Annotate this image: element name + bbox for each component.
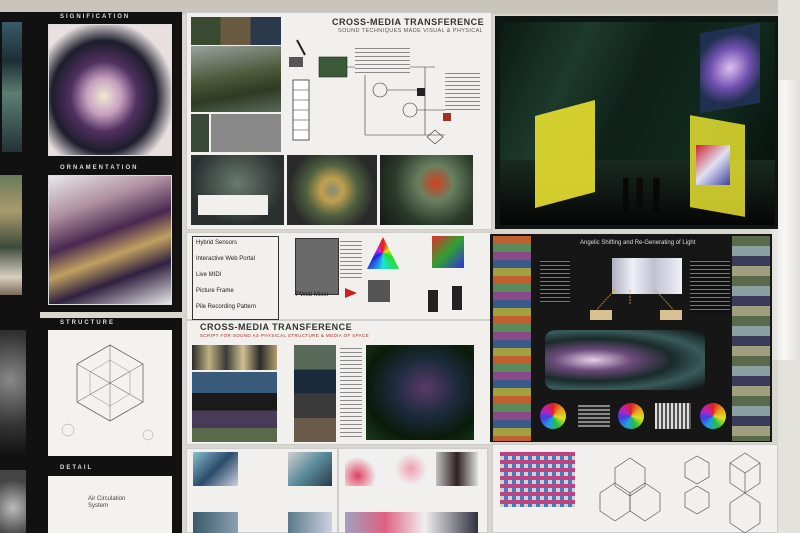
render-image	[366, 345, 474, 440]
hexagon-drawing	[48, 330, 172, 456]
yellow-structure	[535, 99, 595, 209]
left-strip-thumb	[0, 330, 26, 455]
body-text	[340, 238, 362, 278]
caption-box	[198, 195, 268, 215]
diagram-label: PWeb Mixer	[296, 292, 329, 298]
diagram-caption: Air Circulation System	[88, 496, 126, 509]
left-strip-thumb	[0, 175, 22, 295]
poster-header: ORNAMENTATION	[60, 165, 139, 171]
color-pattern-grid	[500, 452, 575, 507]
photo-collage	[191, 17, 281, 45]
left-strip-thumb	[2, 22, 22, 152]
pattern-swatch	[578, 405, 610, 427]
color-cube-icon	[432, 236, 464, 268]
crystal-render	[48, 175, 172, 305]
diagram-label: Hybrid Sensors	[196, 240, 238, 246]
photo-scene: { "image_description_text": { "poster_ti…	[0, 0, 800, 533]
poster-header: DETAIL	[60, 465, 94, 471]
poster-header: STRUCTURE	[60, 320, 115, 326]
body-text	[355, 45, 410, 75]
label-list-box: Hybrid Sensors Interactive Web Portal Li…	[192, 236, 279, 320]
render-thumb	[345, 452, 387, 486]
render-grid	[294, 345, 336, 442]
poster-title: CROSS-MEDIA TRANSFERENCE	[200, 322, 353, 332]
render-thumb	[390, 452, 432, 486]
poster-subtitle: SOUND TECHNIQUES MADE VISUAL & PHYSICAL	[338, 28, 484, 34]
render-thumb	[345, 512, 478, 533]
left-strip-thumb	[0, 470, 26, 533]
joystick-icon	[428, 290, 438, 312]
diagram-label: Pile Recording Pattern	[196, 304, 257, 310]
poster-subtitle: SCRIPT FOR SOUND AS PHYSICAL STRUCTURE &…	[200, 333, 370, 338]
crystal-collage	[192, 345, 277, 370]
body-text	[540, 258, 570, 303]
right-gradient-strip	[732, 236, 770, 441]
render-thumb	[436, 452, 478, 486]
installation-photo	[380, 155, 473, 225]
panel-title: Angelic Shifting and Re-Generating of Li…	[580, 240, 696, 246]
color-wheel-icon	[540, 403, 566, 429]
light-panel	[612, 258, 682, 294]
geometric-diagrams	[599, 452, 761, 533]
hexagon-sketch-icon	[61, 344, 154, 441]
installation-photo	[287, 155, 377, 225]
crystal-wave-render	[545, 330, 705, 390]
pattern-swatch	[655, 403, 691, 429]
people-silhouettes	[620, 178, 675, 213]
projection-image	[700, 22, 760, 114]
render-thumb	[193, 512, 238, 533]
render-grid	[192, 372, 277, 442]
crystal-render	[48, 24, 172, 156]
render-thumb	[193, 452, 238, 486]
body-text	[690, 258, 730, 313]
diagram-label: Interactive Web Portal	[196, 256, 255, 262]
mixer-device	[295, 238, 339, 295]
building-photo	[191, 46, 281, 112]
render-thumb	[288, 452, 332, 486]
photo-strip	[191, 114, 209, 152]
color-wheel-icon	[700, 403, 726, 429]
light-rays-diagram	[590, 290, 682, 320]
render-thumb	[288, 512, 332, 533]
left-gradient-strip	[493, 236, 531, 441]
body-text	[340, 345, 362, 440]
projection-image	[696, 145, 730, 185]
joystick-icon	[452, 286, 462, 310]
photo-strip	[211, 114, 281, 152]
diagram-label: Picture Frame	[196, 288, 234, 294]
diagram-label: Live MIDI	[196, 272, 222, 278]
poster-header: SIGNIFICATION	[60, 14, 131, 20]
red-arrow-icon	[345, 288, 357, 298]
poster-title: CROSS-MEDIA TRANSFERENCE	[332, 17, 485, 27]
body-text	[445, 70, 480, 110]
color-wheel-icon	[618, 403, 644, 429]
device-photo	[368, 280, 390, 302]
